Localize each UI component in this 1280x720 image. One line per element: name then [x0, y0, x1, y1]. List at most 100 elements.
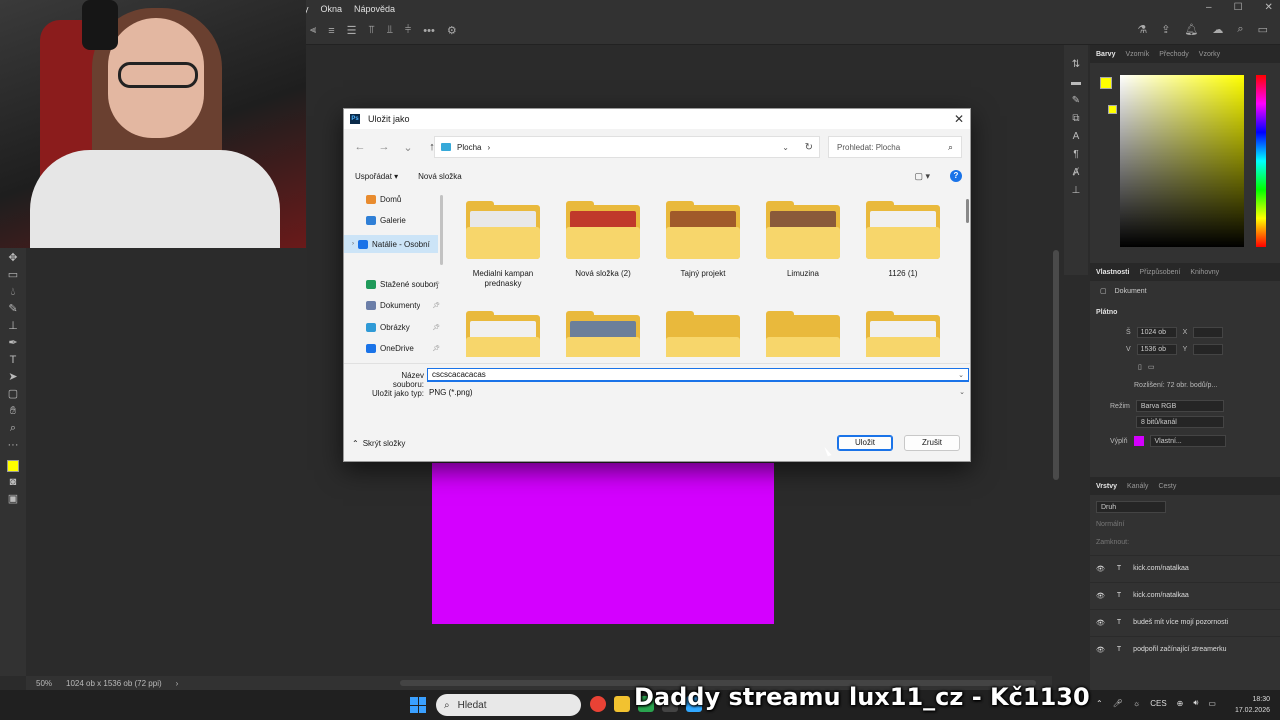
character-icon[interactable]: A	[1073, 131, 1080, 142]
scroll-thumb[interactable]	[1053, 250, 1059, 480]
more-tools-icon[interactable]: ···	[5, 439, 21, 452]
windows-start-icon[interactable]	[410, 697, 426, 713]
share-icon[interactable]: ⇪	[1161, 23, 1170, 36]
tab-swatches[interactable]: Vzorník	[1125, 51, 1149, 58]
nav-item-pictures[interactable]: Obrázky 📌︎	[366, 323, 440, 332]
search-icon[interactable]: ⌕	[948, 142, 953, 153]
height-field[interactable]: 1536 ob	[1136, 344, 1177, 355]
address-dropdown-icon[interactable]: ⌄	[782, 143, 789, 152]
visibility-eye-icon[interactable]: 👁︎	[1096, 619, 1105, 627]
visibility-eye-icon[interactable]: 👁︎	[1096, 592, 1105, 600]
file-item[interactable]	[658, 311, 748, 357]
nav-item-documents[interactable]: Dokumenty 📌︎	[366, 301, 440, 310]
screen-mode-icon[interactable]: ▣	[5, 493, 21, 506]
y-field[interactable]	[1193, 344, 1224, 355]
file-item[interactable]: Nová složka (2)	[558, 201, 648, 279]
bell-icon[interactable]: 🔔︎	[1184, 23, 1198, 36]
nav-item-onedrive[interactable]: OneDrive 📌︎	[366, 344, 440, 353]
align-left-icon[interactable]: ⫷	[310, 24, 316, 37]
view-options-icon[interactable]: ▢ ▾	[914, 171, 930, 182]
adjust-icon[interactable]: ⧉	[1072, 113, 1079, 124]
layer-row[interactable]: 👁︎ T kick.com/natalkaa	[1090, 555, 1280, 581]
hide-folders-toggle[interactable]: ⌃ Skrýt složky	[352, 439, 405, 448]
tab-patterns[interactable]: Vzorky	[1199, 51, 1220, 58]
filetype-dropdown-icon[interactable]: ⌄	[959, 386, 965, 400]
filename-input[interactable]: cscscacacacas ⌄	[427, 368, 969, 382]
tab-gradients[interactable]: Přechody	[1159, 51, 1189, 58]
document-canvas[interactable]	[432, 463, 774, 624]
file-item[interactable]	[858, 311, 948, 357]
layer-name[interactable]: kick.com/natalkaa	[1133, 592, 1189, 599]
layer-row[interactable]: 👁︎ T kick.com/natalkaa	[1090, 582, 1280, 608]
layer-row[interactable]: 👁︎ T budeš mít více mojí pozornosti	[1090, 609, 1280, 635]
battery-icon[interactable]: ▭	[1208, 699, 1216, 708]
refresh-icon[interactable]: ↻	[805, 142, 813, 153]
hue-slider[interactable]	[1256, 75, 1266, 247]
nav-pane-scrollbar[interactable]	[440, 195, 443, 265]
clone-source-icon[interactable]: ⊥	[1072, 185, 1081, 196]
close-window-icon[interactable]: ✕	[1265, 2, 1273, 13]
search-icon[interactable]: ⌕	[1237, 23, 1243, 36]
nav-item-onedrive-personal[interactable]: › Natálie - Osobní	[344, 235, 438, 253]
hand-tool-icon[interactable]: ✋︎	[5, 405, 21, 418]
tray-app-icon[interactable]: ☼	[1133, 699, 1140, 708]
network-icon[interactable]: ⊕	[1177, 699, 1184, 708]
foreground-color-swatch[interactable]	[7, 460, 19, 472]
distribute-top-icon[interactable]: ⫪	[369, 24, 375, 37]
comments-icon[interactable]: ▬	[1071, 77, 1081, 88]
more-options-icon[interactable]: •••	[423, 25, 435, 37]
tray-chevron-icon[interactable]: ⌃	[1096, 699, 1103, 708]
expand-chevron-icon[interactable]: ›	[352, 241, 354, 247]
explorer-icon[interactable]	[614, 696, 630, 712]
foreground-swatch[interactable]	[1100, 77, 1112, 89]
microphone-icon[interactable]: 🎤︎	[1113, 699, 1123, 708]
landscape-icon[interactable]: ▭	[1148, 363, 1155, 371]
menu-item-windows[interactable]: Okna	[315, 4, 349, 14]
cloud-icon[interactable]: ☁	[1212, 23, 1223, 36]
text-tool-icon[interactable]: T	[5, 354, 21, 367]
maximize-icon[interactable]: ☐	[1234, 2, 1243, 13]
marquee-tool-icon[interactable]: ▭	[5, 269, 21, 282]
quick-mask-icon[interactable]: ◙	[5, 476, 21, 489]
nav-item-gallery[interactable]: Galerie	[366, 216, 438, 225]
layer-name[interactable]: budeš mít více mojí pozornosti	[1133, 619, 1228, 626]
close-icon[interactable]: ✕	[954, 112, 964, 126]
chrome-icon[interactable]	[590, 696, 606, 712]
file-item[interactable]	[558, 311, 648, 357]
breadcrumb-desktop[interactable]: Plocha	[457, 143, 481, 152]
width-field[interactable]: 1024 ob	[1136, 327, 1177, 338]
canvas-section-title[interactable]: Plátno	[1096, 309, 1117, 316]
visibility-eye-icon[interactable]: 👁︎	[1096, 565, 1105, 573]
new-folder-button[interactable]: Nová složka	[418, 172, 462, 181]
file-item[interactable]: Medialni kampan prednasky	[458, 201, 548, 289]
align-center-icon[interactable]: ≡	[328, 25, 334, 37]
tab-channels[interactable]: Kanály	[1127, 483, 1148, 490]
flask-icon[interactable]: ⚗	[1137, 23, 1147, 36]
dialog-titlebar[interactable]: Ps Uložit jako ✕	[344, 109, 970, 129]
stamp-tool-icon[interactable]: ⊥	[5, 320, 21, 333]
clock[interactable]: 18:30 17.02.2026	[1226, 694, 1270, 716]
file-item[interactable]	[758, 311, 848, 357]
pen-tool-icon[interactable]: ✒	[5, 337, 21, 350]
organize-button[interactable]: Uspořádat ▾	[355, 172, 398, 181]
blend-mode-select[interactable]: Normální	[1096, 521, 1124, 528]
glyphs-icon[interactable]: Ⱥ	[1073, 167, 1080, 178]
filename-value[interactable]: cscscacacacas	[432, 370, 486, 379]
shape-tool-icon[interactable]: ▢	[5, 388, 21, 401]
saturation-field[interactable]	[1120, 75, 1244, 247]
tab-layers[interactable]: Vrstvy	[1096, 483, 1117, 490]
address-bar[interactable]: Plocha › ⌄ ↻	[434, 136, 820, 158]
nav-item-home[interactable]: Domů	[366, 195, 438, 204]
portrait-icon[interactable]: ▯	[1138, 363, 1142, 371]
filename-dropdown-icon[interactable]: ⌄	[958, 370, 964, 382]
brush-tool-icon[interactable]: ✎	[5, 303, 21, 316]
x-field[interactable]	[1193, 327, 1224, 338]
tab-properties[interactable]: Vlastnosti	[1096, 269, 1129, 276]
settings-gear-icon[interactable]: ⚙	[447, 24, 457, 37]
file-grid-scrollbar[interactable]	[966, 199, 969, 223]
visibility-eye-icon[interactable]: 👁︎	[1096, 646, 1105, 654]
distribute-middle-icon[interactable]: ⫫	[387, 24, 393, 37]
distribute-bottom-icon[interactable]: ⫩	[405, 24, 411, 37]
workspace-icon[interactable]: ▭	[1258, 23, 1268, 36]
breadcrumb-separator[interactable]: ›	[487, 143, 490, 152]
